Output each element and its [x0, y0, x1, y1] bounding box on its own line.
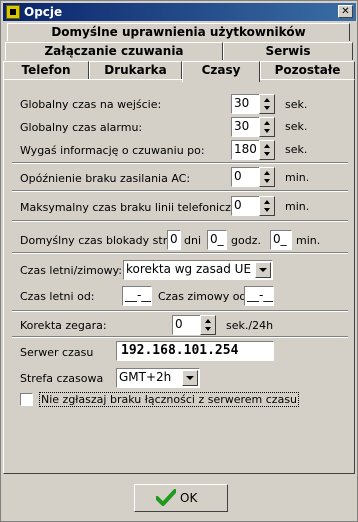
tab-arming[interactable]: Załączanie czuwania [5, 42, 223, 60]
alarm-time-unit: sek. [285, 120, 308, 133]
time-server-label: Serwer czasu [20, 346, 94, 359]
winter-time-input[interactable]: __-__ [244, 286, 274, 306]
time-server-input[interactable]: 192.168.101.254 [116, 341, 274, 361]
phone-line-label: Maksymalny czas braku linii telefoniczne… [20, 201, 252, 214]
tab-other[interactable]: Pozostałe [260, 61, 355, 79]
phone-line-unit: min. [285, 200, 310, 213]
alarm-time-input[interactable]: 30 [231, 117, 260, 137]
blockade-hours-unit: godz. [231, 234, 261, 247]
ac-delay-unit: min. [285, 171, 310, 184]
dst-select-value: korekta wg zasad UE [126, 262, 252, 276]
ac-delay-input[interactable]: 0 [231, 167, 260, 187]
separator [12, 336, 348, 338]
expire-info-label: Wygaś informację o czuwaniu po: [20, 144, 205, 157]
window-title: Opcje [24, 5, 63, 19]
entry-time-unit: sek. [285, 98, 308, 111]
chevron-down-icon[interactable] [255, 262, 271, 278]
ok-label: OK [180, 491, 198, 505]
no-report-label[interactable]: Nie zgłaszaj braku łączności z serwerem … [39, 392, 300, 407]
winter-time-label: Czas zimowy od: [158, 290, 251, 303]
separator [12, 310, 348, 312]
tab-times[interactable]: Czasy [182, 61, 260, 82]
ok-button[interactable]: OK [134, 484, 228, 512]
timezone-select-value: GMT+2h [119, 370, 172, 384]
close-button[interactable]: ✕ [338, 5, 353, 18]
times-panel: Globalny czas na wejście: 30 sek. Global… [3, 79, 355, 474]
separator [12, 162, 348, 164]
expire-info-input[interactable]: 180 [231, 140, 260, 160]
dst-label: Czas letni/zimowy: [20, 264, 122, 277]
blockade-minutes-input[interactable]: 0_ [270, 230, 292, 250]
blockade-days-input[interactable]: 0 [167, 230, 181, 250]
clock-correction-input[interactable]: 0 [172, 315, 201, 335]
clock-correction-unit: sek./24h [226, 319, 274, 332]
expire-info-spinner[interactable] [259, 140, 275, 160]
title-bar[interactable]: Opcje ✕ [3, 3, 356, 21]
timezone-select[interactable]: GMT+2h [116, 368, 200, 388]
blockade-days-unit: dni [184, 234, 202, 247]
blockade-label: Domyślny czas blokady stref: [20, 234, 181, 247]
separator [12, 190, 348, 192]
entry-time-label: Globalny czas na wejście: [20, 98, 162, 111]
app-icon [6, 5, 20, 19]
options-window: Opcje ✕ Domyślne uprawnienia użytkownikó… [0, 0, 358, 522]
tab-service[interactable]: Serwis [223, 42, 353, 60]
phone-line-input[interactable]: 0 [231, 196, 260, 216]
expire-info-unit: sek. [285, 143, 308, 156]
summer-time-input[interactable]: __-__ [122, 286, 152, 306]
checkmark-icon [156, 489, 176, 506]
entry-time-spinner[interactable] [259, 94, 275, 114]
tab-printer[interactable]: Drukarka [89, 61, 182, 79]
blockade-minutes-unit: min. [296, 234, 321, 247]
alarm-time-label: Globalny czas alarmu: [20, 121, 143, 134]
summer-time-label: Czas letni od: [20, 290, 95, 303]
clock-correction-spinner[interactable] [200, 315, 216, 335]
separator [12, 220, 348, 222]
ac-delay-spinner[interactable] [259, 167, 275, 187]
no-report-checkbox[interactable] [20, 393, 33, 406]
chevron-down-icon[interactable] [182, 370, 198, 386]
phone-line-spinner[interactable] [259, 196, 275, 216]
separator [12, 252, 348, 254]
tab-phone[interactable]: Telefon [3, 61, 89, 79]
dst-select[interactable]: korekta wg zasad UE [123, 260, 273, 280]
blockade-hours-input[interactable]: 0_ [207, 230, 227, 250]
tab-default-permissions[interactable]: Domyślne uprawnienia użytkowników [7, 23, 350, 41]
entry-time-input[interactable]: 30 [231, 94, 260, 114]
ac-delay-label: Opóźnienie braku zasilania AC: [20, 172, 191, 185]
clock-correction-label: Korekta zegara: [20, 319, 107, 332]
alarm-time-spinner[interactable] [259, 117, 275, 137]
timezone-label: Strefa czasowa [20, 372, 104, 385]
